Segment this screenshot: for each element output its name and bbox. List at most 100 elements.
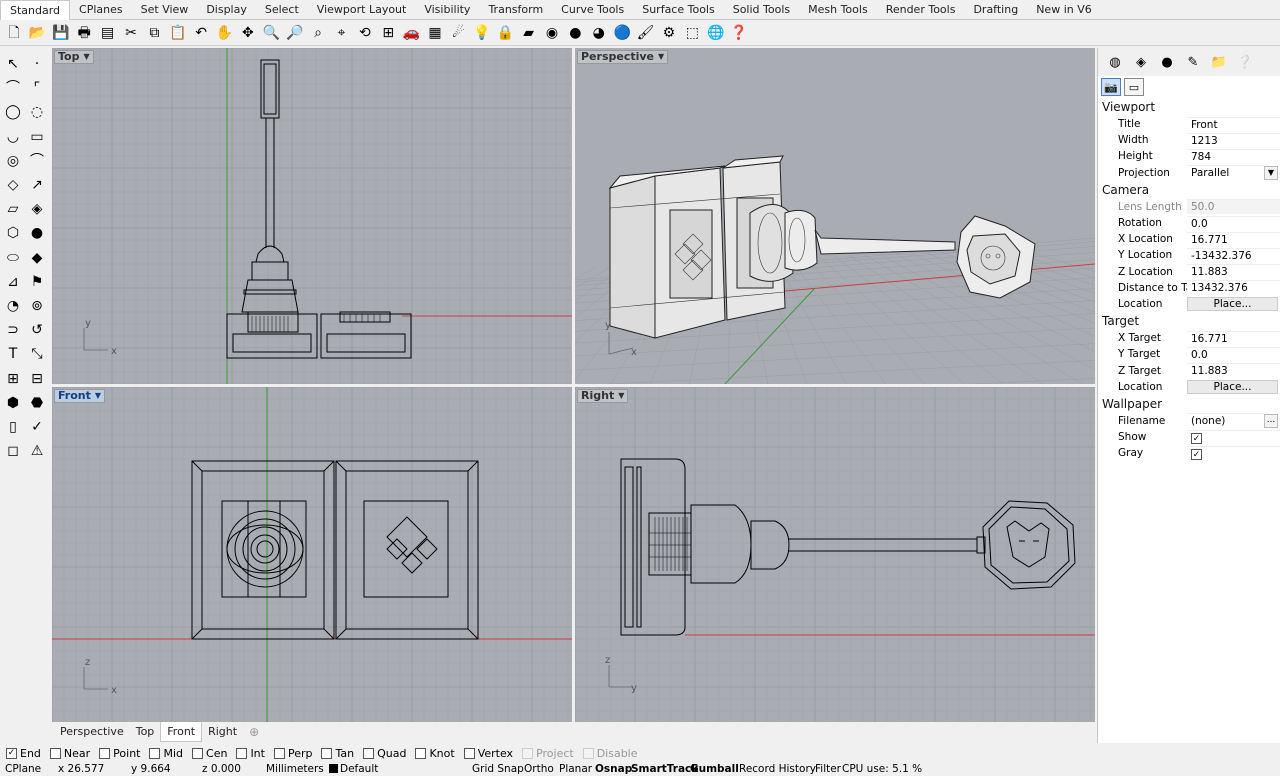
planar-toggle[interactable]: Planar xyxy=(559,762,592,776)
viewport-front[interactable]: x z Front ▼ xyxy=(52,387,572,722)
osnap-checkbox[interactable] xyxy=(149,748,161,759)
cut-icon[interactable]: ✂ xyxy=(120,22,142,44)
prop-value[interactable]: 50.0 xyxy=(1187,199,1280,215)
box-icon[interactable]: ⬡ xyxy=(3,223,23,243)
camera-icon[interactable]: 📷 xyxy=(1101,78,1121,96)
point-icon[interactable]: · xyxy=(27,54,47,74)
settings-gear-icon[interactable]: ⚙ xyxy=(658,22,680,44)
gumball-toggle[interactable]: Gumball xyxy=(690,762,739,776)
viewport-top-title[interactable]: Top ▼ xyxy=(54,50,94,64)
sphere-icon[interactable]: ● xyxy=(27,223,47,243)
material-icon[interactable]: ◈ xyxy=(1128,52,1154,72)
cylinder-icon[interactable]: ⬭ xyxy=(3,248,23,268)
help-icon[interactable]: ❔ xyxy=(1232,52,1258,72)
prop-value[interactable]: 1213 xyxy=(1187,132,1280,148)
save-icon[interactable]: 💾 xyxy=(50,22,72,44)
new-icon[interactable]: 🗋 xyxy=(3,22,25,44)
osnap-perp[interactable]: Perp xyxy=(273,747,312,760)
prop-value[interactable]: 16.771 xyxy=(1187,330,1280,346)
offset-icon[interactable]: ⊃ xyxy=(3,320,23,340)
viewport-top[interactable]: x y Top ▼ xyxy=(52,48,572,384)
ribbon-tab-select[interactable]: Select xyxy=(256,0,308,20)
chevron-down-icon[interactable]: ▼ xyxy=(1264,165,1278,180)
import-icon[interactable]: ▤ xyxy=(97,22,119,44)
car-icon[interactable]: 🚗 xyxy=(401,22,423,44)
arc-icon[interactable]: ◡ xyxy=(3,127,23,147)
open-icon[interactable]: 📂 xyxy=(26,22,48,44)
ellipse-icon[interactable]: ◌ xyxy=(27,102,47,122)
osnap-checkbox[interactable] xyxy=(522,748,534,759)
text-icon[interactable]: T xyxy=(3,344,23,364)
color-icon[interactable]: ◍ xyxy=(1102,52,1128,72)
viewport-perspective[interactable]: x y Perspective ▼ xyxy=(575,48,1095,384)
ribbon-tab-set-view[interactable]: Set View xyxy=(132,0,198,20)
render-preview-icon[interactable]: ▰ xyxy=(518,22,540,44)
osnap-checkbox[interactable] xyxy=(236,748,248,759)
osnap-checkbox[interactable] xyxy=(49,748,61,759)
rotate-view-icon[interactable]: ✥ xyxy=(237,22,259,44)
paintbrush-icon[interactable]: 🖌 xyxy=(635,22,657,44)
osnap-toggle[interactable]: Osnap xyxy=(595,762,632,776)
curve-icon[interactable]: ⌜ xyxy=(27,78,47,98)
place-button[interactable]: Place... xyxy=(1187,296,1278,311)
add-viewport-tab-icon[interactable]: ⊕ xyxy=(243,722,265,742)
viewport-tab-front[interactable]: Front xyxy=(160,722,203,742)
ribbon-tab-transform[interactable]: Transform xyxy=(479,0,552,20)
cplane-label[interactable]: CPlane xyxy=(5,762,41,776)
osnap-mid[interactable]: Mid xyxy=(149,747,183,760)
place-button[interactable]: Place... xyxy=(1187,379,1278,394)
osnap-checkbox[interactable]: ✓ xyxy=(6,748,17,759)
viewport-perspective-title[interactable]: Perspective ▼ xyxy=(577,50,669,64)
ribbon-tab-surface-tools[interactable]: Surface Tools xyxy=(633,0,724,20)
osnap-knot[interactable]: Knot xyxy=(415,747,455,760)
mesh-icon[interactable]: ◆ xyxy=(27,248,47,268)
viewport-right[interactable]: y z Right ▼ xyxy=(575,387,1095,722)
osnap-quad[interactable]: Quad xyxy=(363,747,406,760)
ribbon-tab-standard[interactable]: Standard xyxy=(0,0,71,20)
prop-value[interactable]: -13432.376 xyxy=(1187,247,1280,263)
circle-icon[interactable]: ◯ xyxy=(3,102,23,122)
analyze-icon[interactable]: ◻ xyxy=(3,441,23,461)
osnap-checkbox[interactable] xyxy=(99,748,111,759)
viewport-tab-top[interactable]: Top xyxy=(130,722,161,742)
grid-snap-toggle[interactable]: Grid Snap xyxy=(472,762,524,776)
zoom-window-icon[interactable]: 🔎 xyxy=(284,22,306,44)
fillet-icon[interactable]: ⌒ xyxy=(27,151,47,171)
undo-icon[interactable]: ↶ xyxy=(190,22,212,44)
layer-indicator[interactable]: Default xyxy=(329,762,378,776)
blob-icon[interactable]: ⬣ xyxy=(27,393,47,413)
polygon-icon[interactable]: ◎ xyxy=(3,151,23,171)
filter-toggle[interactable]: Filter xyxy=(815,762,841,776)
viewport-tab-right[interactable]: Right xyxy=(202,722,243,742)
select-arrow-icon[interactable]: ↖ xyxy=(3,54,23,74)
warning-icon[interactable]: ⚠ xyxy=(27,441,47,461)
split-icon[interactable]: ⚑ xyxy=(27,272,47,292)
zoom-extents-icon[interactable]: ⌕ xyxy=(307,22,329,44)
prop-value[interactable]: 784 xyxy=(1187,148,1280,164)
rotate-icon[interactable]: ↺ xyxy=(27,320,47,340)
lock-icon[interactable]: 🔒 xyxy=(494,22,516,44)
browse-button[interactable]: ... xyxy=(1264,413,1278,428)
bulb-icon[interactable]: 💡 xyxy=(471,22,493,44)
osnap-end[interactable]: ✓ End xyxy=(6,747,41,760)
color-wheel-icon[interactable]: ◉ xyxy=(541,22,563,44)
extrude-icon[interactable]: ↗ xyxy=(27,175,47,195)
ribbon-tab-solid-tools[interactable]: Solid Tools xyxy=(724,0,799,20)
osnap-checkbox[interactable] xyxy=(463,748,475,759)
osnap-checkbox[interactable] xyxy=(415,748,427,759)
help-icon[interactable]: ❓ xyxy=(728,22,750,44)
solid-icon[interactable]: ⬢ xyxy=(3,393,23,413)
prop-value[interactable]: 11.883 xyxy=(1187,264,1280,279)
four-viewports-icon[interactable]: ⊞ xyxy=(377,22,399,44)
record-history-toggle[interactable]: Record History xyxy=(739,762,816,776)
checkbox-show[interactable]: ✓ xyxy=(1191,432,1202,444)
ribbon-tab-viewport-layout[interactable]: Viewport Layout xyxy=(308,0,416,20)
osnap-checkbox[interactable] xyxy=(192,748,204,759)
paste-icon[interactable]: 📋 xyxy=(167,22,189,44)
viewport-tab-perspective[interactable]: Perspective xyxy=(54,722,130,742)
smarttrack-toggle[interactable]: SmartTrack xyxy=(631,762,698,776)
render-sphere-icon[interactable]: ◕ xyxy=(588,22,610,44)
zoom-icon[interactable]: 🔍 xyxy=(260,22,282,44)
osnap-point[interactable]: Point xyxy=(99,747,140,760)
ribbon-tab-visibility[interactable]: Visibility xyxy=(415,0,479,20)
